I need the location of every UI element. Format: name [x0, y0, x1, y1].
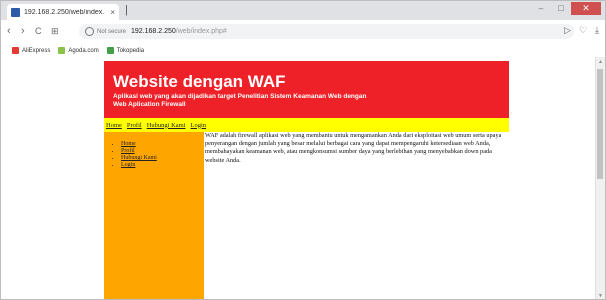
bookmark-label: AliExpress	[22, 47, 51, 54]
not-secure-label: Not secure	[97, 28, 127, 35]
vertical-scrollbar[interactable]: ▲ ▼	[595, 57, 605, 299]
sidebar-link-login[interactable]: Login	[121, 162, 135, 168]
nav-link-profil[interactable]: Profil	[127, 122, 142, 129]
site-subtitle-line2: Web Aplication Firewall	[113, 101, 186, 108]
minimize-button[interactable]: –	[531, 2, 551, 15]
bookmark-aliexpress[interactable]: AliExpress	[12, 47, 50, 54]
scroll-down-icon[interactable]: ▼	[598, 293, 603, 299]
toolbar-actions: ▷ ♡ ⤓	[564, 25, 599, 36]
tokopedia-icon	[106, 47, 114, 54]
browser-tab[interactable]: 192.168.2.250/web/index. ×	[7, 4, 119, 20]
agoda-icon	[58, 47, 66, 54]
close-window-button[interactable]: ✕	[571, 2, 601, 15]
star-icon[interactable]: ♡	[579, 25, 587, 36]
bookmark-label: Tokopedia	[116, 47, 145, 54]
scrollbar-thumb[interactable]	[597, 69, 603, 179]
address-bar[interactable]: Not secure 192.168.2.250/web/index.php#	[79, 24, 574, 39]
nav-link-login[interactable]: Login	[191, 122, 207, 129]
content-area: Home Profil Hubungi Kami Login WAF adala…	[104, 132, 509, 299]
scroll-up-icon[interactable]: ▲	[598, 59, 603, 65]
bookmark-page-icon[interactable]: ▷	[564, 25, 571, 36]
back-button[interactable]: ‹	[7, 24, 11, 38]
sidebar: Home Profil Hubungi Kami Login	[104, 132, 204, 299]
tab-close-icon[interactable]: ×	[110, 8, 115, 17]
nav-link-hubungi-kami[interactable]: Hubungi Kami	[147, 122, 186, 129]
forward-button[interactable]: ›	[21, 24, 25, 38]
url-path: /web/index.php#	[175, 28, 227, 35]
bookmark-label: Agoda.com	[68, 47, 99, 54]
new-tab-icon[interactable]: |	[125, 4, 128, 16]
url-host: 192.168.2.250	[131, 28, 176, 35]
bookmark-agoda[interactable]: Agoda.com	[58, 47, 99, 54]
page-favicon-icon	[11, 7, 20, 17]
main-content-text: WAF adalah firewall aplikasi web yang me…	[205, 132, 502, 164]
browser-toolbar: ‹ › C ⊞ Not secure 192.168.2.250/web/ind…	[1, 20, 605, 45]
nav-link-home[interactable]: Home	[106, 122, 122, 129]
sidebar-menu: Home Profil Hubungi Kami Login	[104, 141, 204, 169]
bookmark-tokopedia[interactable]: Tokopedia	[106, 47, 145, 54]
page-viewport: Website dengan WAF Aplikasi web yang aka…	[1, 57, 598, 299]
website-container: Website dengan WAF Aplikasi web yang aka…	[104, 61, 509, 299]
sidebar-link-profil[interactable]: Profil	[121, 148, 135, 154]
sidebar-item-hubungi-kami: Hubungi Kami	[121, 155, 204, 162]
sidebar-item-home: Home	[121, 141, 204, 148]
bookmarks-bar: AliExpress Agoda.com Tokopedia	[1, 44, 605, 57]
site-header: Website dengan WAF Aplikasi web yang aka…	[104, 61, 509, 118]
sidebar-item-login: Login	[121, 162, 204, 169]
download-icon[interactable]: ⤓	[595, 25, 599, 36]
window-controls: – □ ✕	[531, 2, 601, 15]
maximize-button[interactable]: □	[551, 2, 571, 15]
top-navigation: Home Profil Hubungi Kami Login	[104, 118, 509, 132]
sidebar-link-home[interactable]: Home	[121, 141, 136, 147]
aliexpress-icon	[12, 47, 19, 54]
sidebar-link-hubungi-kami[interactable]: Hubungi Kami	[121, 155, 157, 161]
site-subtitle-line1: Aplikasi web yang akan dijadikan target …	[113, 93, 367, 100]
browser-window: 192.168.2.250/web/index. × | – □ ✕ ‹ › C…	[0, 0, 606, 300]
reload-button[interactable]: C	[35, 24, 42, 38]
site-title: Website dengan WAF	[113, 72, 286, 91]
tab-strip: 192.168.2.250/web/index. × | – □ ✕	[1, 1, 605, 20]
sidebar-item-profil: Profil	[121, 148, 204, 155]
apps-icon[interactable]: ⊞	[51, 24, 59, 38]
info-icon[interactable]	[85, 27, 94, 36]
tab-title: 192.168.2.250/web/index.	[24, 8, 105, 16]
